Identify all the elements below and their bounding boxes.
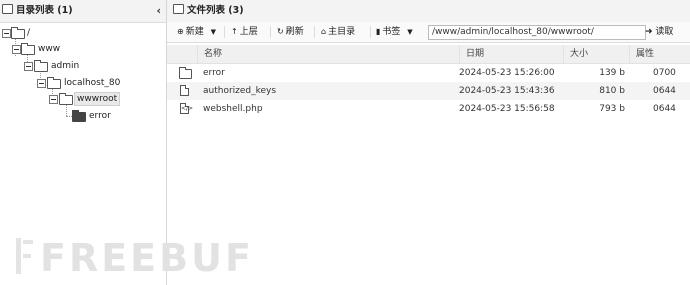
caret-down-icon: ▼ xyxy=(407,28,413,36)
collapse-icon[interactable] xyxy=(24,62,33,71)
tree-node-localhost-80[interactable]: localhost_80 xyxy=(37,76,137,90)
new-button[interactable]: ⊕ 新建 ▼ xyxy=(177,22,216,42)
arrow-up-icon: ↑ xyxy=(231,27,238,36)
file-name: authorized_keys xyxy=(203,86,277,96)
file-perm: 0700 xyxy=(653,68,676,78)
tree-node-label: www xyxy=(38,44,61,54)
file-size: 139 b xyxy=(599,68,625,78)
tree-node-www[interactable]: www xyxy=(12,42,82,56)
folder-open-icon xyxy=(47,77,61,89)
collapse-icon[interactable] xyxy=(2,29,11,38)
folder-open-icon xyxy=(21,43,35,55)
column-header-date[interactable]: 日期 xyxy=(459,45,563,63)
column-header-size[interactable]: 大小 xyxy=(563,45,629,63)
bookmark-label: 书签 xyxy=(382,27,401,37)
folder-icon xyxy=(179,67,192,79)
tree-node-label: error xyxy=(89,111,111,121)
file-panel-header: 文件列表 (3) xyxy=(167,0,690,23)
path-input[interactable] xyxy=(428,25,646,40)
folder-closed-icon xyxy=(72,110,86,122)
refresh-label: 刷新 xyxy=(285,27,304,37)
refresh-icon: ↻ xyxy=(277,27,284,36)
file-name: error xyxy=(203,68,225,78)
read-button[interactable]: ➜ 读取 xyxy=(645,22,673,42)
bookmark-button[interactable]: ▮ 书签 ▼ xyxy=(376,22,413,42)
watermark-text: FREEBUF xyxy=(40,236,254,280)
home-label: 主目录 xyxy=(328,27,356,37)
file-perm: 0644 xyxy=(653,104,676,114)
up-label: 上层 xyxy=(239,27,258,37)
tree-node-label: admin xyxy=(51,61,80,71)
file-icon xyxy=(180,85,189,96)
window-icon xyxy=(2,4,13,14)
file-date: 2024-05-23 15:43:36 xyxy=(459,86,555,96)
table-row[interactable]: </> webshell.php 2024-05-23 15:56:58 793… xyxy=(167,100,690,118)
freebuf-logo-icon xyxy=(16,238,33,274)
toolbar: ⊕新建 ▼ ↑上层 ↻刷新 ⌂主目录 ▮书签 ▼ ➜ 读取 xyxy=(167,22,690,43)
file-date: 2024-05-23 15:26:00 xyxy=(459,68,555,78)
plus-circle-icon: ⊕ xyxy=(177,27,184,36)
tree-node-label-selected: wwwroot xyxy=(74,92,121,106)
file-perm: 0644 xyxy=(653,86,676,96)
directory-panel-title: 目录列表 (1) xyxy=(16,5,73,16)
bookmark-icon: ▮ xyxy=(376,27,381,36)
folder-open-icon xyxy=(34,60,48,72)
read-label: 读取 xyxy=(655,27,674,37)
window-icon xyxy=(173,4,184,14)
tree-node-error[interactable]: error xyxy=(72,109,132,123)
caret-down-icon: ▼ xyxy=(210,28,216,36)
file-date: 2024-05-23 15:56:58 xyxy=(459,104,555,114)
directory-panel-header: 目录列表 (1) ‹ xyxy=(0,0,166,23)
file-panel-title: 文件列表 (3) xyxy=(187,5,244,16)
tree-node-wwwroot[interactable]: wwwroot xyxy=(49,92,129,106)
home-button[interactable]: ⌂ 主目录 xyxy=(321,22,355,42)
php-file-icon: </> xyxy=(180,103,194,114)
file-size: 810 b xyxy=(599,86,625,96)
column-header-perm[interactable]: 属性 xyxy=(629,45,684,63)
refresh-button[interactable]: ↻ 刷新 xyxy=(277,22,304,42)
folder-open-icon xyxy=(59,93,73,105)
arrow-right-icon: ➜ xyxy=(645,27,653,37)
collapse-icon[interactable] xyxy=(12,45,21,54)
file-table-header: 名称 日期 大小 属性 xyxy=(167,45,690,64)
collapse-icon[interactable] xyxy=(37,79,46,88)
file-size: 793 b xyxy=(599,104,625,114)
tree-node-label: localhost_80 xyxy=(64,78,121,88)
tree-node-label: / xyxy=(27,28,31,38)
table-row[interactable]: authorized_keys 2024-05-23 15:43:36 810 … xyxy=(167,82,690,100)
folder-open-icon xyxy=(11,27,25,39)
tree-node-root[interactable]: / xyxy=(2,26,62,40)
table-row[interactable]: error 2024-05-23 15:26:00 139 b 0700 xyxy=(167,64,690,82)
tree-node-admin[interactable]: admin xyxy=(24,59,104,73)
up-button[interactable]: ↑ 上层 xyxy=(231,22,258,42)
column-header-name[interactable]: 名称 xyxy=(197,45,459,63)
new-label: 新建 xyxy=(185,27,204,37)
file-name: webshell.php xyxy=(203,104,263,114)
collapse-icon[interactable] xyxy=(49,95,58,104)
collapse-left-icon[interactable]: ‹ xyxy=(156,0,161,22)
home-icon: ⌂ xyxy=(321,27,327,36)
